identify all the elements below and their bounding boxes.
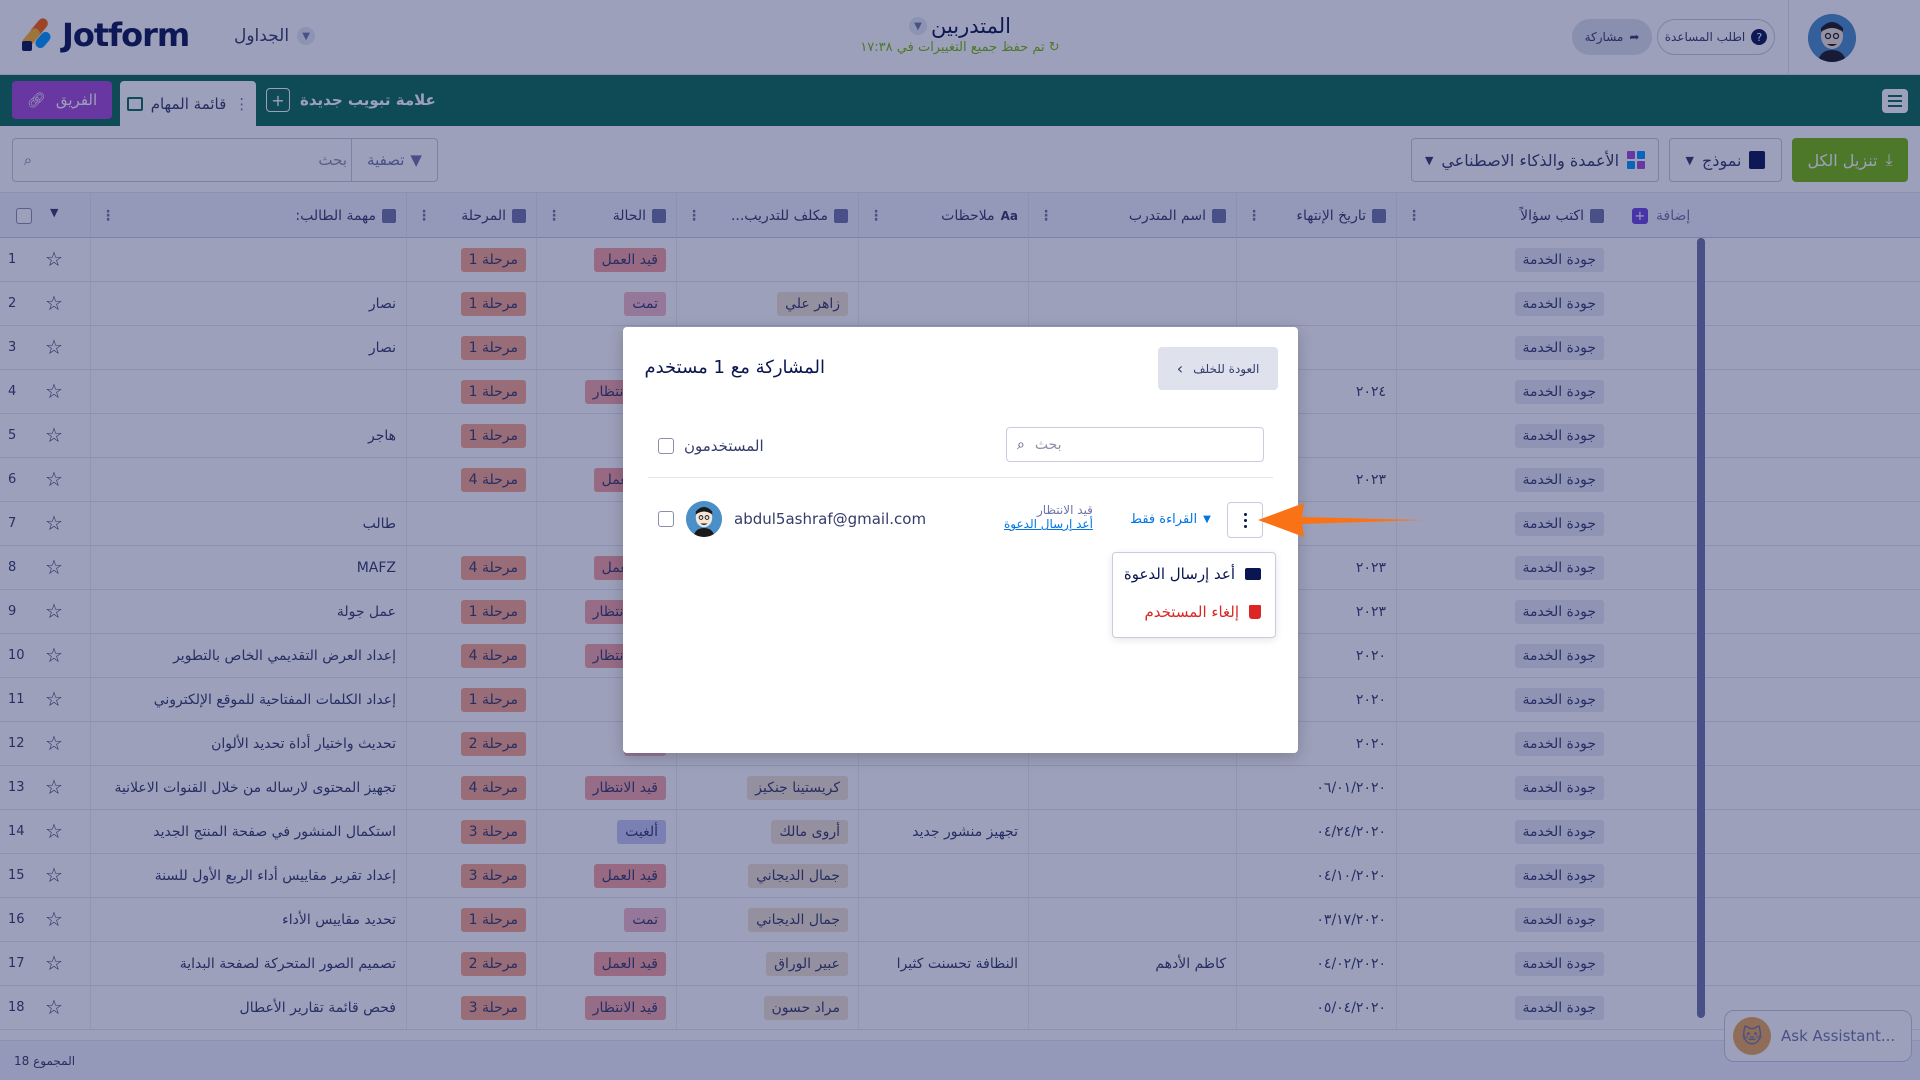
modal-divider [648, 477, 1273, 478]
chevron-down-icon: ▼ [1203, 514, 1211, 525]
chevron-left-icon: ‹ [1176, 359, 1184, 378]
annotation-arrow [1258, 503, 1423, 537]
back-button[interactable]: ‹ العودة للخلف [1158, 347, 1278, 390]
permission-dropdown[interactable]: القراءة فقط ▼ [1130, 512, 1211, 527]
modal-title: المشاركة مع 1 مستخدم [644, 357, 825, 378]
search-icon: ⌕ [1017, 436, 1025, 453]
trash-icon [1249, 605, 1261, 619]
menu-item-resend-invite[interactable]: أعد إرسال الدعوة [1124, 565, 1261, 583]
modal-search-box[interactable]: ⌕ بحث [1006, 427, 1264, 462]
user-checkbox[interactable] [658, 511, 674, 527]
resend-invite-link[interactable]: أعد إرسال الدعوة [1004, 517, 1093, 531]
invite-status: قيد الانتظار أعد إرسال الدعوة [1004, 503, 1093, 531]
user-row-avatar [686, 501, 722, 537]
avatar-illustration [686, 501, 722, 537]
users-header: المستخدمون [658, 437, 764, 455]
pending-status: قيد الانتظار [1037, 503, 1093, 517]
user-row: abdul5ashraf@gmail.com [658, 501, 926, 537]
user-options-menu: أعد إرسال الدعوة إلغاء المستخدم [1112, 552, 1276, 638]
share-users-modal: المشاركة مع 1 مستخدم ‹ العودة للخلف المس… [623, 327, 1298, 753]
select-all-users-checkbox[interactable] [658, 438, 674, 454]
modal-search-input[interactable]: بحث [1035, 437, 1062, 453]
user-email: abdul5ashraf@gmail.com [734, 510, 927, 528]
envelope-icon [1245, 568, 1261, 580]
menu-item-remove-user[interactable]: إلغاء المستخدم [1144, 603, 1261, 621]
